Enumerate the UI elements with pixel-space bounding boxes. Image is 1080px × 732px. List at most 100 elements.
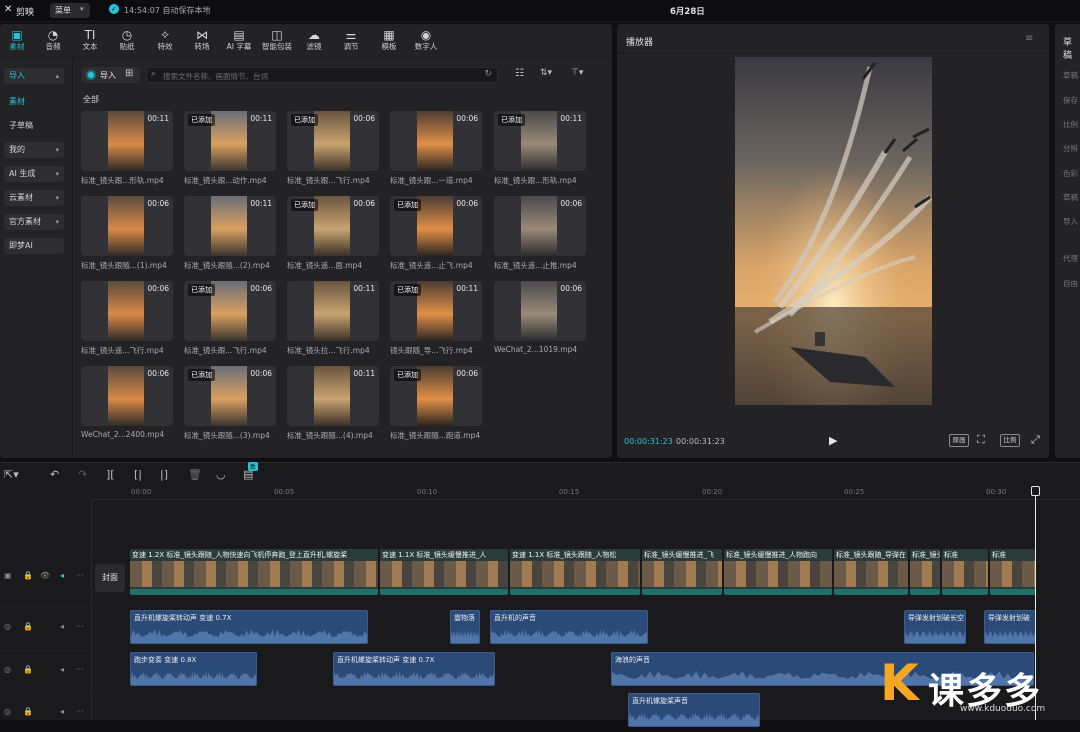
media-thumbnail[interactable]: 00:06 bbox=[81, 366, 173, 426]
audio-clip[interactable]: 震物落 bbox=[450, 610, 480, 644]
tab-transition[interactable]: ⋈ 转场 bbox=[185, 28, 219, 54]
list-view-icon[interactable]: ☷ bbox=[515, 68, 524, 79]
sidebar-item-mine[interactable]: 我的 ▾ bbox=[4, 142, 64, 158]
video-clip[interactable]: 标准_镜头跟随_导弹在 bbox=[834, 549, 908, 595]
media-thumbnail[interactable]: 00:11 bbox=[287, 366, 379, 426]
focus-icon[interactable]: ⛶ bbox=[977, 433, 985, 447]
media-thumbnail[interactable]: 00:11 已添加 bbox=[184, 111, 276, 171]
media-thumbnail[interactable]: 00:06 bbox=[81, 281, 173, 341]
tab-adjust[interactable]: ⚌ 调节 bbox=[334, 28, 368, 54]
tab-filter[interactable]: ☁ 滤镜 bbox=[297, 28, 331, 54]
audio-clip[interactable]: 直升机螺旋桨转动声 变速 0.7X bbox=[130, 610, 368, 644]
trim-left-icon[interactable]: [| bbox=[134, 468, 142, 481]
playhead-handle[interactable] bbox=[1031, 486, 1040, 496]
tab-ai-caption[interactable]: ▤ AI 字幕 bbox=[222, 28, 256, 54]
cover-button[interactable]: 封面 bbox=[95, 564, 125, 592]
refresh-icon[interactable]: ↻ bbox=[484, 69, 492, 79]
original-quality-button[interactable]: 原画 bbox=[949, 434, 969, 447]
audio-clip-name: 直升机的声音 bbox=[494, 614, 536, 622]
video-clip[interactable]: 变速 1.1X 标准_镜头跟随_人物松 bbox=[510, 549, 640, 595]
sidebar-item-official[interactable]: 官方素材 ▾ bbox=[4, 214, 64, 230]
media-thumbnail[interactable]: 00:06 已添加 bbox=[287, 111, 379, 171]
tab-media[interactable]: ▣ 素材 bbox=[0, 28, 34, 54]
tab-digital-human[interactable]: ◉ 数字人 bbox=[409, 28, 443, 54]
preview-frame[interactable] bbox=[735, 57, 932, 405]
menu-icon[interactable]: ≡ bbox=[1025, 33, 1033, 44]
select-tool-icon[interactable]: ⇱▾ bbox=[4, 468, 19, 481]
redo-icon[interactable]: ↷ bbox=[78, 468, 87, 481]
watermark-logo: K bbox=[880, 654, 919, 712]
media-thumbnail[interactable]: 00:11 已添加 bbox=[494, 111, 586, 171]
media-thumbnail[interactable]: 00:11 bbox=[184, 196, 276, 256]
undo-icon[interactable]: ↶ bbox=[50, 468, 59, 481]
speaker-icon[interactable]: ◂ bbox=[60, 622, 64, 631]
video-clip[interactable]: 标准_镜头缓慢推进_飞 bbox=[642, 549, 722, 595]
menu-button[interactable]: 菜单 ▾ bbox=[50, 3, 90, 18]
media-thumbnail[interactable]: 00:11 已添加 bbox=[390, 281, 482, 341]
tab-smart-pack[interactable]: ◫ 智能包装 bbox=[260, 28, 294, 54]
speaker-icon[interactable]: ◂ bbox=[60, 665, 64, 674]
video-clip[interactable]: 标准_镜头 bbox=[910, 549, 940, 595]
fullscreen-icon[interactable]: ⤢ bbox=[1031, 433, 1040, 447]
video-clip[interactable]: 变速 1.1X 标准_镜头缓慢推进_人 bbox=[380, 549, 508, 595]
media-thumbnail[interactable]: 00:06 已添加 bbox=[287, 196, 379, 256]
lock-icon[interactable]: 🔒 bbox=[23, 707, 33, 716]
thumbnail-image bbox=[521, 281, 557, 341]
media-search-box[interactable]: ⌕ 搜索文件名称、画面情节、台词 ↻ bbox=[146, 67, 498, 83]
speaker-icon[interactable]: ◂ bbox=[60, 571, 64, 580]
sidebar-item-subdraft[interactable]: 子草稿 bbox=[4, 118, 64, 134]
audio-clip[interactable]: 直升机螺旋桨声音 bbox=[628, 693, 760, 727]
lock-icon[interactable]: 🔒 bbox=[23, 665, 33, 674]
speaker-icon[interactable]: ◂ bbox=[60, 707, 64, 716]
video-clip[interactable]: 标准_镜头缓慢推进_人物跑向 bbox=[724, 549, 832, 595]
sidebar-item-jimeng[interactable]: 即梦AI bbox=[4, 238, 64, 254]
more-icon[interactable]: ··· bbox=[76, 571, 84, 580]
media-filename: 标准_镜头跟...形轨.mp4 bbox=[81, 176, 164, 185]
media-thumbnail[interactable]: 00:11 bbox=[81, 111, 173, 171]
media-thumbnail[interactable]: 00:06 bbox=[494, 281, 586, 341]
media-filename: 标准_镜头跟...动作.mp4 bbox=[184, 176, 267, 185]
video-clip[interactable]: 变速 1.2X 标准_镜头跟随_人物快速向飞机停奔跑_登上直升机,螺旋桨 bbox=[130, 549, 378, 595]
ratio-button[interactable]: 比例 bbox=[1000, 434, 1020, 447]
tab-text[interactable]: TI 文本 bbox=[73, 28, 107, 54]
import-icon bbox=[86, 70, 96, 80]
audio-clip[interactable]: 导弹发射划破长空 bbox=[904, 610, 966, 644]
audio-clip[interactable]: 跑步变奏 变速 0.8X bbox=[130, 652, 257, 686]
media-thumbnail[interactable]: 00:06 已添加 bbox=[390, 196, 482, 256]
trim-right-icon[interactable]: |] bbox=[160, 468, 168, 481]
media-thumbnail[interactable]: 00:06 已添加 bbox=[390, 366, 482, 426]
media-thumbnail[interactable]: 00:11 bbox=[287, 281, 379, 341]
media-thumbnail[interactable]: 00:06 已添加 bbox=[184, 366, 276, 426]
sidebar-item-cloud[interactable]: 云素材 ▾ bbox=[4, 190, 64, 206]
video-clip[interactable]: 标准 bbox=[990, 549, 1036, 595]
tab-effects[interactable]: ✧ 特效 bbox=[148, 28, 182, 54]
split-icon[interactable]: ][ bbox=[106, 468, 115, 481]
more-icon[interactable]: ··· bbox=[76, 622, 84, 631]
import-button[interactable]: 导入 ⊞ bbox=[82, 67, 140, 83]
lock-icon[interactable]: 🔒 bbox=[23, 571, 33, 580]
media-thumbnail[interactable]: 00:06 bbox=[81, 196, 173, 256]
media-thumbnail[interactable]: 00:06 bbox=[494, 196, 586, 256]
search-input[interactable]: 搜索文件名称、画面情节、台词 bbox=[163, 71, 268, 82]
shield-icon[interactable]: ◡ bbox=[216, 468, 226, 481]
more-icon[interactable]: ··· bbox=[76, 665, 84, 674]
audio-clip[interactable]: 直升机的声音 bbox=[490, 610, 648, 644]
sidebar-item-import[interactable]: 导入 ▴ bbox=[4, 68, 64, 84]
audio-clip[interactable]: 导弹发射划破 bbox=[984, 610, 1036, 644]
tab-audio[interactable]: ◔ 音频 bbox=[36, 28, 70, 54]
eye-icon[interactable]: 👁 bbox=[40, 571, 50, 580]
sort-icon[interactable]: ⇅▾ bbox=[540, 68, 552, 78]
media-thumbnail[interactable]: 00:06 bbox=[390, 111, 482, 171]
sidebar-item-media[interactable]: 素材 bbox=[4, 94, 64, 110]
media-thumbnail[interactable]: 00:06 已添加 bbox=[184, 281, 276, 341]
play-icon[interactable]: ▶ bbox=[829, 434, 837, 447]
sidebar-item-ai-gen[interactable]: AI 生成 ▾ bbox=[4, 166, 64, 182]
lock-icon[interactable]: 🔒 bbox=[23, 622, 33, 631]
tab-template[interactable]: ▦ 模板 bbox=[372, 28, 406, 54]
more-icon[interactable]: ··· bbox=[76, 707, 84, 716]
delete-icon[interactable]: 🗑 bbox=[188, 468, 202, 481]
video-clip[interactable]: 标准 bbox=[942, 549, 988, 595]
audio-clip[interactable]: 直升机螺旋桨转动声 变速 0.7X bbox=[333, 652, 495, 686]
filter-menu-icon[interactable]: ⊤▾ bbox=[571, 68, 583, 78]
tab-sticker[interactable]: ◷ 贴纸 bbox=[110, 28, 144, 54]
